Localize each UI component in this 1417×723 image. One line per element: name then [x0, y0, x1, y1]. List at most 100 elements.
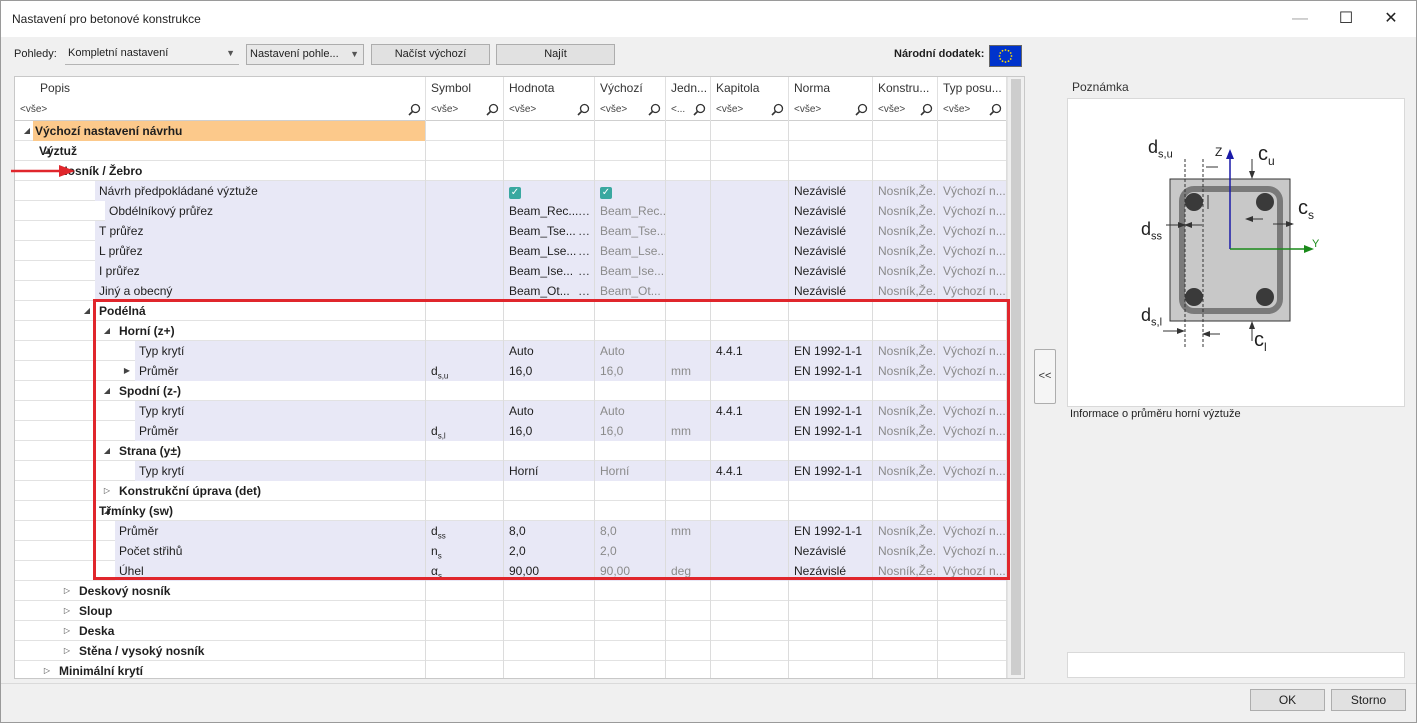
column-header[interactable]: Popis [15, 77, 426, 99]
description-cell[interactable]: Typ krytí [15, 461, 426, 481]
table-row[interactable]: ▶ Průměr ds,u 16,0 16,0 mm EN 1992-1-1 Nosník,Ž… [15, 361, 1007, 381]
table-row[interactable]: ◢ Třmínky (sw) [15, 501, 1007, 521]
table-row[interactable]: L průřez Beam_Lse...… Beam_Lse... Nezávislé… [15, 241, 1007, 261]
table-row[interactable]: ▷ Stěna / vysoký nosník [15, 641, 1007, 661]
filter-cell[interactable]: <vše> [789, 99, 873, 121]
column-header[interactable]: Konstru... [873, 77, 938, 99]
view-settings-dropdown[interactable]: Nastavení pohle... ▼ [246, 44, 364, 65]
value-cell[interactable] [504, 501, 595, 521]
expand-triangle-icon[interactable]: ▷ [61, 621, 73, 641]
value-cell[interactable] [504, 141, 595, 161]
column-header[interactable]: Norma [789, 77, 873, 99]
search-icon[interactable] [408, 103, 421, 116]
search-icon[interactable] [486, 103, 499, 116]
value-cell[interactable]: Auto [504, 341, 595, 361]
description-cell[interactable]: ◢ Podélná [15, 301, 426, 321]
column-header[interactable]: Hodnota [504, 77, 595, 99]
description-cell[interactable]: Typ krytí [15, 341, 426, 361]
table-row[interactable]: ◢ Strana (y±) [15, 441, 1007, 461]
description-cell[interactable]: ◢ Třmínky (sw) [15, 501, 426, 521]
value-cell[interactable] [504, 441, 595, 461]
value-cell[interactable]: 8,0 [504, 521, 595, 541]
eu-flag-icon[interactable] [989, 45, 1022, 67]
find-button[interactable]: Najít [496, 44, 615, 65]
description-cell[interactable]: Jiný a obecný [15, 281, 426, 301]
description-cell[interactable]: Počet střihů [15, 541, 426, 561]
search-icon[interactable] [920, 103, 933, 116]
ellipsis-button[interactable]: … [578, 221, 590, 241]
search-icon[interactable] [577, 103, 590, 116]
value-cell[interactable]: Beam_Tse...… [504, 221, 595, 241]
description-cell[interactable]: ◢ Strana (y±) [15, 441, 426, 461]
table-row[interactable]: T průřez Beam_Tse...… Beam_Tse... Nezávislé… [15, 221, 1007, 241]
description-cell[interactable]: ▷ Deska [15, 621, 426, 641]
expand-triangle-icon[interactable]: ▷ [101, 481, 113, 501]
table-row[interactable]: ▷ Deska [15, 621, 1007, 641]
expand-triangle-icon[interactable]: ▷ [61, 601, 73, 621]
table-row[interactable]: Typ krytí Horní Horní 4.4.1 EN 1992-1-1 Nosní… [15, 461, 1007, 481]
value-cell[interactable] [504, 121, 595, 141]
description-cell[interactable]: ◢ Spodní (z-) [15, 381, 426, 401]
description-cell[interactable]: Průměr [15, 421, 426, 441]
search-icon[interactable] [648, 103, 661, 116]
filter-cell[interactable]: <vše> [873, 99, 938, 121]
ellipsis-button[interactable]: … [578, 201, 590, 221]
table-row[interactable]: ▷ Minimální krytí [15, 661, 1007, 678]
description-cell[interactable]: Nosník / Žebro [15, 161, 426, 181]
maximize-button[interactable]: ☐ [1323, 1, 1369, 37]
search-icon[interactable] [693, 103, 706, 116]
filter-cell[interactable]: <vše> [426, 99, 504, 121]
description-cell[interactable]: I průřez [15, 261, 426, 281]
table-row[interactable]: ▷ Deskový nosník [15, 581, 1007, 601]
table-row[interactable]: Typ krytí Auto Auto 4.4.1 EN 1992-1-1 Nosník,… [15, 341, 1007, 361]
column-header[interactable]: Jedn... [666, 77, 711, 99]
load-default-button[interactable]: Načíst výchozí [371, 44, 490, 65]
value-cell[interactable]: Horní [504, 461, 595, 481]
description-cell[interactable]: ▷ Minimální krytí [15, 661, 426, 678]
table-row[interactable]: ▷ Konstrukční úprava (det) [15, 481, 1007, 501]
value-cell[interactable] [504, 581, 595, 601]
expand-triangle-icon[interactable]: ▷ [61, 581, 73, 601]
value-cell[interactable] [504, 621, 595, 641]
value-cell[interactable] [504, 321, 595, 341]
collapse-triangle-icon[interactable]: ◢ [21, 121, 33, 141]
column-header[interactable]: Kapitola [711, 77, 789, 99]
close-button[interactable]: ✕ [1368, 1, 1414, 37]
value-cell[interactable]: Beam_Rec...… [504, 201, 595, 221]
table-row[interactable]: Návrh předpokládané výztuže ✓ ✓ Nezávislé No… [15, 181, 1007, 201]
checkbox-checked-icon[interactable]: ✓ [509, 187, 521, 199]
table-row[interactable]: ◢ Spodní (z-) [15, 381, 1007, 401]
value-cell[interactable] [504, 601, 595, 621]
filter-cell[interactable]: <vše> [504, 99, 595, 121]
value-cell[interactable] [504, 161, 595, 181]
description-cell[interactable]: ◢ Horní (z+) [15, 321, 426, 341]
description-cell[interactable]: ▷ Konstrukční úprava (det) [15, 481, 426, 501]
search-icon[interactable] [989, 103, 1002, 116]
expand-triangle-icon[interactable]: ▷ [41, 661, 53, 678]
description-cell[interactable]: ▷ Deskový nosník [15, 581, 426, 601]
collapse-triangle-icon[interactable]: ◢ [81, 301, 93, 321]
filter-cell[interactable]: <vše> [938, 99, 1007, 121]
description-cell[interactable]: T průřez [15, 221, 426, 241]
table-row[interactable]: ◢ Výztuž [15, 141, 1007, 161]
filter-cell[interactable]: <vše> [15, 99, 426, 121]
column-header[interactable]: Typ posu... [938, 77, 1007, 99]
description-cell[interactable]: L průřez [15, 241, 426, 261]
value-cell[interactable] [504, 661, 595, 678]
table-row[interactable]: Úhel αs 90,00 90,00 deg Nezávislé Nosník,Že...… [15, 561, 1007, 581]
table-row[interactable]: Typ krytí Auto Auto 4.4.1 EN 1992-1-1 Nosník,… [15, 401, 1007, 421]
value-cell[interactable]: 2,0 [504, 541, 595, 561]
table-row[interactable]: ◢ Podélná [15, 301, 1007, 321]
filter-cell[interactable]: <vše> [711, 99, 789, 121]
description-cell[interactable]: ▷ Sloup [15, 601, 426, 621]
description-cell[interactable]: ▷ Stěna / vysoký nosník [15, 641, 426, 661]
collapse-triangle-icon[interactable]: ◢ [101, 441, 113, 461]
ellipsis-button[interactable]: … [578, 261, 590, 281]
column-header[interactable]: Symbol [426, 77, 504, 99]
table-row[interactable]: Průměr ds,l 16,0 16,0 mm EN 1992-1-1 Nosník,Že… [15, 421, 1007, 441]
description-cell[interactable]: Typ krytí [15, 401, 426, 421]
description-cell[interactable]: ▶ Průměr [15, 361, 426, 381]
vertical-scrollbar[interactable] [1007, 77, 1024, 678]
description-cell[interactable]: Průměr [15, 521, 426, 541]
value-cell[interactable] [504, 641, 595, 661]
